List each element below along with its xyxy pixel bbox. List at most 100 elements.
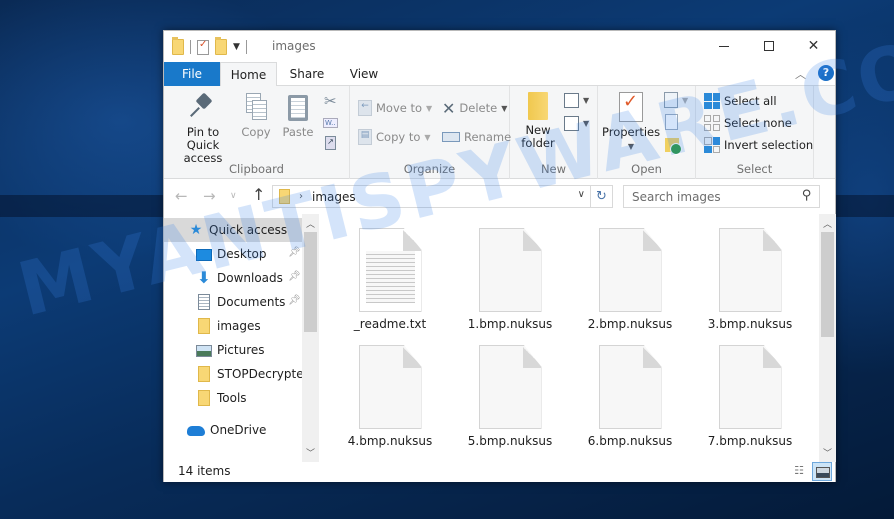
scroll-down-arrow[interactable]: ﹀ xyxy=(819,446,836,459)
nav-item-onedrive[interactable]: OneDrive xyxy=(164,418,304,442)
navigation-bar: ← → ∨ ↑ › images ∨ ↻ Search images ⚲ xyxy=(164,180,835,214)
select-none-button[interactable]: Select none xyxy=(704,113,792,133)
scrollbar-thumb[interactable] xyxy=(821,232,834,337)
file-item[interactable]: 7.bmp.nuksus xyxy=(695,345,805,448)
chevron-down-icon: ▼ xyxy=(424,132,431,142)
search-input[interactable]: Search images ⚲ xyxy=(623,185,820,208)
properties-icon xyxy=(619,92,643,122)
paste-shortcut-button[interactable]: ↗ xyxy=(325,133,336,153)
pin-to-quick-access-button[interactable]: Pin to Quick access xyxy=(170,92,236,165)
organize-group: ← Move to ▼ ▤ Copy to ▼ ✕ Delete ▼ Renam… xyxy=(350,86,511,179)
new-item-button[interactable]: ▼ xyxy=(564,90,589,110)
help-button[interactable]: ? xyxy=(818,65,834,81)
new-group-label: New xyxy=(540,162,567,176)
maximize-button[interactable] xyxy=(746,31,791,61)
address-dropdown-button[interactable]: ∨ xyxy=(578,189,585,200)
refresh-icon: ↻ xyxy=(596,189,607,204)
select-all-button[interactable]: Select all xyxy=(704,91,777,111)
customize-qat-dropdown[interactable]: ▼ xyxy=(233,42,240,52)
edit-button[interactable] xyxy=(665,112,678,132)
close-button[interactable]: ✕ xyxy=(791,31,836,61)
file-item[interactable]: 4.bmp.nuksus xyxy=(335,345,445,448)
collapse-ribbon-button[interactable]: ︿ xyxy=(795,66,806,82)
file-name: 6.bmp.nuksus xyxy=(587,434,673,448)
nav-item-downloads[interactable]: ⬇ Downloads 📌︎ xyxy=(164,266,304,290)
chevron-down-icon: ▼ xyxy=(583,95,590,105)
nav-pane-scrollbar[interactable]: ︿ ﹀ xyxy=(302,214,319,462)
select-all-label: Select all xyxy=(724,94,777,108)
new-folder-label-2: folder xyxy=(521,136,555,150)
folder-icon xyxy=(172,37,184,55)
properties-button[interactable]: Properties ▼ xyxy=(602,92,660,153)
recent-locations-button[interactable]: ∨ xyxy=(230,191,237,201)
chevron-down-icon: ▼ xyxy=(501,103,508,113)
file-list-scrollbar[interactable]: ︿ ﹀ xyxy=(819,214,836,462)
new-folder-qat-button[interactable] xyxy=(215,37,227,55)
folder-icon xyxy=(198,318,210,334)
separator xyxy=(245,40,247,54)
file-item[interactable]: _readme.txt xyxy=(335,228,445,331)
details-view-button[interactable]: ☷ xyxy=(790,464,808,480)
back-button[interactable]: ← xyxy=(175,187,188,205)
separator xyxy=(190,40,191,54)
item-count: 14 items xyxy=(178,464,231,478)
pin-icon xyxy=(191,92,215,122)
up-button[interactable]: ↑ xyxy=(252,185,265,204)
file-item[interactable]: 6.bmp.nuksus xyxy=(575,345,685,448)
tab-share[interactable]: Share xyxy=(282,62,332,86)
easy-access-button[interactable]: ▼ xyxy=(564,113,589,133)
open-button[interactable]: ▼ xyxy=(664,90,688,110)
tab-file[interactable]: File xyxy=(164,62,220,86)
file-item[interactable]: 5.bmp.nuksus xyxy=(455,345,565,448)
history-button[interactable] xyxy=(665,135,682,155)
invert-selection-button[interactable]: Invert selection xyxy=(704,135,813,155)
pin-label: Pin to Quick xyxy=(186,125,220,152)
scroll-up-arrow[interactable]: ︿ xyxy=(302,217,319,230)
properties-qat-button[interactable] xyxy=(197,39,209,55)
tab-home[interactable]: Home xyxy=(220,62,277,87)
refresh-button[interactable]: ↻ xyxy=(591,185,613,208)
copy-to-label: Copy to xyxy=(376,130,421,144)
move-to-button[interactable]: ← Move to ▼ xyxy=(358,98,432,118)
nav-item-desktop[interactable]: Desktop 📌︎ xyxy=(164,242,304,266)
nav-item-quick-access[interactable]: ★ Quick access xyxy=(164,218,304,242)
pin-icon: 📌︎ xyxy=(288,271,301,282)
new-folder-label: New xyxy=(525,123,551,137)
new-folder-button[interactable]: New folder xyxy=(516,92,560,150)
scrollbar-thumb[interactable] xyxy=(304,232,317,332)
ribbon-tabs: File Home Share View ︿ ? xyxy=(164,62,835,87)
tab-view[interactable]: View xyxy=(339,62,389,86)
copy-button[interactable]: Copy xyxy=(238,92,274,139)
nav-item-pictures[interactable]: Pictures xyxy=(164,338,304,362)
folder-icon xyxy=(279,189,290,204)
forward-button[interactable]: → xyxy=(203,187,216,205)
desktop-icon xyxy=(196,249,212,261)
history-icon xyxy=(665,138,682,155)
large-icons-view-button[interactable] xyxy=(812,462,832,481)
breadcrumb-chevron-icon[interactable]: › xyxy=(299,191,303,202)
file-item[interactable]: 3.bmp.nuksus xyxy=(695,228,805,331)
file-item[interactable]: 2.bmp.nuksus xyxy=(575,228,685,331)
scroll-up-arrow[interactable]: ︿ xyxy=(819,217,836,230)
properties-label: Properties xyxy=(602,125,661,139)
breadcrumb-images[interactable]: images xyxy=(312,190,356,204)
nav-item-stopdecrypter[interactable]: STOPDecrypter xyxy=(164,362,309,386)
copy-to-button[interactable]: ▤ Copy to ▼ xyxy=(358,127,431,147)
paste-button[interactable]: Paste xyxy=(280,92,316,139)
move-to-label: Move to xyxy=(376,101,423,115)
rename-button[interactable]: Rename xyxy=(442,127,511,147)
file-explorer-window: ▼ images ✕ File Home Share View ︿ ? Pin … xyxy=(163,30,836,482)
delete-button[interactable]: ✕ Delete ▼ xyxy=(442,98,507,118)
select-none-icon xyxy=(704,115,720,131)
star-icon: ★ xyxy=(189,222,203,238)
nav-item-documents[interactable]: Documents 📌︎ xyxy=(164,290,304,314)
copy-path-button[interactable]: W.. xyxy=(323,113,338,133)
nav-item-tools[interactable]: Tools xyxy=(164,386,304,410)
file-icon xyxy=(478,345,542,429)
nav-item-images[interactable]: images xyxy=(164,314,304,338)
scroll-down-arrow[interactable]: ﹀ xyxy=(302,446,319,459)
cut-button[interactable]: ✂ xyxy=(324,91,337,111)
address-bar[interactable]: › images ∨ xyxy=(272,185,591,208)
minimize-button[interactable] xyxy=(701,31,746,61)
file-item[interactable]: 1.bmp.nuksus xyxy=(455,228,565,331)
